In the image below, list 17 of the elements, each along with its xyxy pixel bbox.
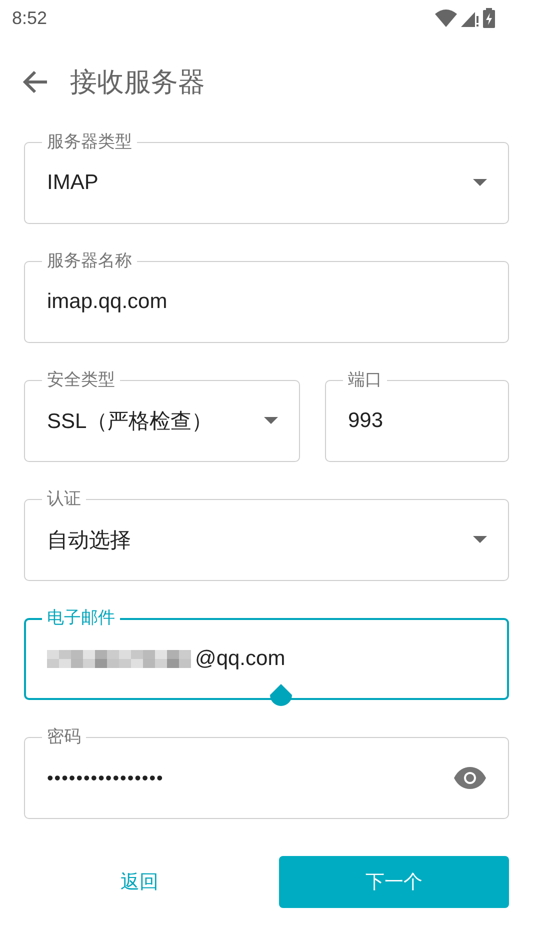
field-value: 自动选择: [47, 528, 131, 554]
field-value: 993: [348, 409, 384, 433]
page-title: 接收服务器: [70, 66, 205, 99]
field-value: ••••••••••••••••: [47, 768, 164, 788]
dropdown-arrow-icon[interactable]: [473, 179, 487, 187]
field-label: 认证: [42, 488, 86, 510]
eye-icon[interactable]: [453, 767, 487, 789]
field-value: IMAP: [47, 171, 98, 195]
wifi-icon: [435, 9, 457, 27]
field-value: imap.qq.com: [47, 290, 168, 314]
battery-icon: [483, 8, 495, 28]
field-value: @qq.com: [195, 647, 286, 671]
field-value: SSL（严格检查）: [47, 409, 213, 435]
dropdown-arrow-icon[interactable]: [264, 417, 278, 425]
status-time: 8:52: [12, 8, 48, 28]
dropdown-arrow-icon[interactable]: [473, 536, 487, 544]
back-arrow-icon[interactable]: [22, 70, 48, 94]
